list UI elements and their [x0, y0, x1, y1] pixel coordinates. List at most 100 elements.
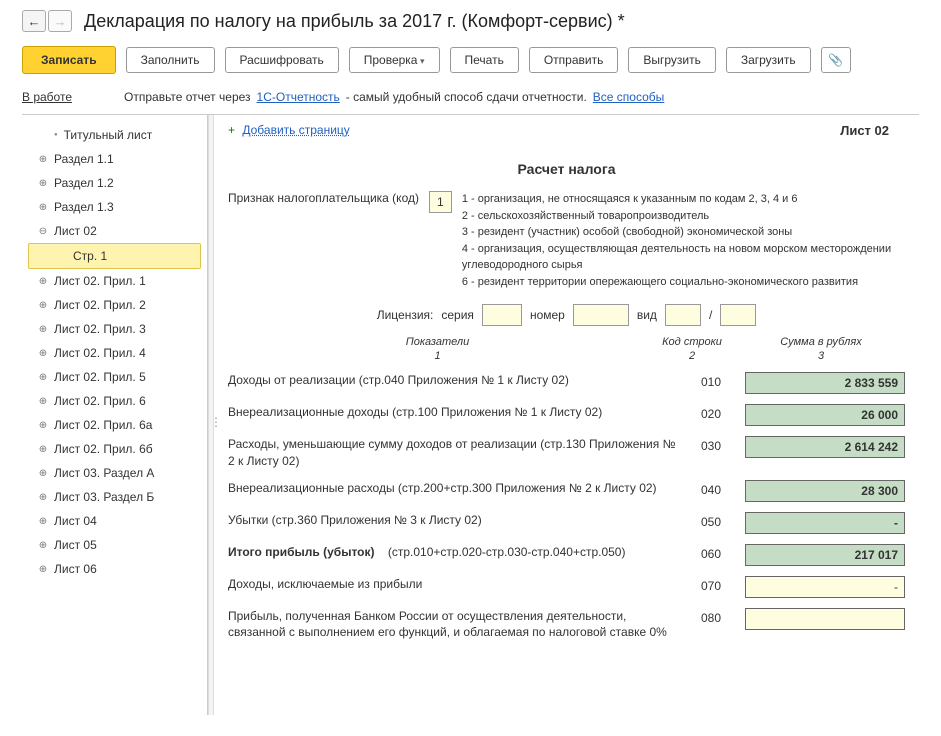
- fill-button[interactable]: Заполнить: [126, 47, 215, 73]
- row-value-input[interactable]: [745, 608, 905, 630]
- sidebar-item[interactable]: ⊕ Лист 02. Прил. 6а: [22, 413, 207, 437]
- expand-icon[interactable]: ⊕: [38, 372, 48, 383]
- decode-button[interactable]: Расшифровать: [225, 47, 339, 73]
- content-pane: + Добавить страницу Лист 02 Расчет налог…: [214, 115, 919, 715]
- sidebar-item[interactable]: ⊕ Раздел 1.3: [22, 195, 207, 219]
- row-value-input[interactable]: -: [745, 576, 905, 598]
- expand-icon[interactable]: ⊕: [38, 348, 48, 359]
- expand-icon[interactable]: ⊕: [38, 276, 48, 287]
- col-header-sum: Сумма в рублях: [737, 336, 905, 348]
- attach-button[interactable]: 📎: [821, 47, 851, 73]
- taxpayer-label: Признак налогоплательщика (код): [228, 191, 419, 205]
- sidebar-item[interactable]: ⊖Лист 02: [22, 219, 207, 243]
- back-button[interactable]: ←: [22, 10, 46, 32]
- sidebar-item-label: Лист 02. Прил. 6а: [54, 418, 152, 432]
- sidebar-item[interactable]: Стр. 1: [28, 243, 201, 269]
- expand-icon[interactable]: ⊕: [38, 202, 48, 213]
- row-code: 030: [681, 436, 741, 453]
- row-code: 010: [681, 372, 741, 389]
- license-label: Лицензия:: [377, 308, 434, 322]
- info-text-1: Отправьте отчет через: [124, 90, 251, 104]
- export-button[interactable]: Выгрузить: [628, 47, 716, 73]
- sidebar-item[interactable]: ⊕ Раздел 1.2: [22, 171, 207, 195]
- sidebar-item[interactable]: ⊕Лист 02. Прил. 6б: [22, 437, 207, 461]
- row-label: Доходы от реализации (стр.040 Приложения…: [228, 372, 677, 389]
- expand-icon[interactable]: ⊕: [38, 468, 48, 479]
- expand-icon[interactable]: ⊕: [38, 324, 48, 335]
- row-value-input[interactable]: 217 017: [745, 544, 905, 566]
- row-label: Доходы, исключаемые из прибыли: [228, 576, 677, 593]
- sidebar-item-label: Раздел 1.2: [54, 176, 114, 190]
- data-row: Внереализационные расходы (стр.200+стр.3…: [228, 480, 905, 502]
- license-number-input[interactable]: [573, 304, 629, 326]
- calc-title: Расчет налога: [228, 161, 905, 177]
- all-methods-link[interactable]: Все способы: [593, 90, 665, 104]
- expand-icon[interactable]: ⊕: [38, 178, 48, 189]
- sidebar-item[interactable]: ⊕ Лист 02. Прил. 2: [22, 293, 207, 317]
- expand-icon[interactable]: ⊕: [38, 444, 48, 455]
- expand-icon[interactable]: ⊕: [38, 564, 48, 575]
- license-row: Лицензия: серия номер вид /: [228, 304, 905, 326]
- expand-icon[interactable]: ⊕: [38, 420, 48, 431]
- sidebar-item[interactable]: ⊕Лист 05: [22, 533, 207, 557]
- row-value-input[interactable]: 2 833 559: [745, 372, 905, 394]
- data-row: Доходы от реализации (стр.040 Приложения…: [228, 372, 905, 394]
- expand-icon[interactable]: ⊕: [38, 154, 48, 165]
- expand-icon[interactable]: ⊕: [38, 300, 48, 311]
- import-button[interactable]: Загрузить: [726, 47, 811, 73]
- forward-button[interactable]: →: [48, 10, 72, 32]
- column-numbers: 1 2 3: [228, 350, 905, 362]
- sidebar-item[interactable]: ⊕Лист 02. Прил. 3: [22, 317, 207, 341]
- row-label: Внереализационные доходы (стр.100 Прилож…: [228, 404, 677, 421]
- column-headers: Показатели Код строки Сумма в рублях: [228, 336, 905, 348]
- sidebar-item[interactable]: ●Титульный лист: [22, 123, 207, 147]
- expand-icon[interactable]: ⊖: [38, 226, 48, 237]
- sidebar-item[interactable]: ⊕ Лист 06: [22, 557, 207, 581]
- expand-icon[interactable]: ⊕: [38, 396, 48, 407]
- row-value-input[interactable]: 28 300: [745, 480, 905, 502]
- info-text-2: - самый удобный способ сдачи отчетности.: [346, 90, 587, 104]
- expand-icon[interactable]: ⊕: [38, 492, 48, 503]
- license-slash: /: [709, 308, 712, 322]
- status-link[interactable]: В работе: [22, 90, 72, 104]
- plus-icon: +: [228, 123, 235, 137]
- sidebar-item-label: Лист 02. Прил. 6: [54, 394, 146, 408]
- add-page-link[interactable]: + Добавить страницу: [228, 123, 905, 137]
- row-value-input[interactable]: -: [745, 512, 905, 534]
- sidebar-item[interactable]: ⊕ Раздел 1.1: [22, 147, 207, 171]
- sidebar-item[interactable]: ⊕Лист 02. Прил. 1: [22, 269, 207, 293]
- row-value-input[interactable]: 26 000: [745, 404, 905, 426]
- sidebar-item-label: Раздел 1.3: [54, 200, 114, 214]
- write-button[interactable]: Записать: [22, 46, 116, 74]
- row-value-input[interactable]: 2 614 242: [745, 436, 905, 458]
- send-button[interactable]: Отправить: [529, 47, 619, 73]
- license-sub-input[interactable]: [720, 304, 756, 326]
- sidebar-item-label: Лист 03. Раздел А: [54, 466, 154, 480]
- data-row: Убытки (стр.360 Приложения № 3 к Листу 0…: [228, 512, 905, 534]
- row-label: Внереализационные расходы (стр.200+стр.3…: [228, 480, 677, 497]
- reporting-link[interactable]: 1С-Отчетность: [257, 90, 340, 104]
- expand-icon[interactable]: ⊕: [38, 516, 48, 527]
- sidebar-item-label: Лист 02. Прил. 2: [54, 298, 146, 312]
- sidebar-item[interactable]: ⊕ Лист 03. Раздел А: [22, 461, 207, 485]
- info-bar: В работе Отправьте отчет через 1С-Отчетн…: [22, 84, 919, 115]
- expand-icon[interactable]: ⊕: [38, 540, 48, 551]
- sidebar-item-label: Лист 03. Раздел Б: [54, 490, 154, 504]
- print-button[interactable]: Печать: [450, 47, 519, 73]
- sidebar-item[interactable]: ⊕ Лист 03. Раздел Б: [22, 485, 207, 509]
- sidebar-item[interactable]: ⊕Лист 02. Прил. 5: [22, 365, 207, 389]
- sidebar-item-label: Стр. 1: [73, 249, 107, 263]
- taxpayer-code-input[interactable]: 1: [429, 191, 452, 213]
- data-row: Доходы, исключаемые из прибыли070-: [228, 576, 905, 598]
- sidebar-item[interactable]: ⊕ Лист 04: [22, 509, 207, 533]
- sidebar-item-label: Раздел 1.1: [54, 152, 114, 166]
- license-type-input[interactable]: [665, 304, 701, 326]
- sidebar-item[interactable]: ⊕ Лист 02. Прил. 6: [22, 389, 207, 413]
- toolbar: Записать Заполнить Расшифровать Проверка…: [22, 46, 919, 74]
- sidebar-item-label: Лист 02. Прил. 4: [54, 346, 146, 360]
- check-button[interactable]: Проверка: [349, 47, 440, 73]
- license-series-input[interactable]: [482, 304, 522, 326]
- sidebar-item-label: Лист 04: [54, 514, 97, 528]
- sidebar-item[interactable]: ⊕ Лист 02. Прил. 4: [22, 341, 207, 365]
- sidebar-item-label: Лист 06: [54, 562, 97, 576]
